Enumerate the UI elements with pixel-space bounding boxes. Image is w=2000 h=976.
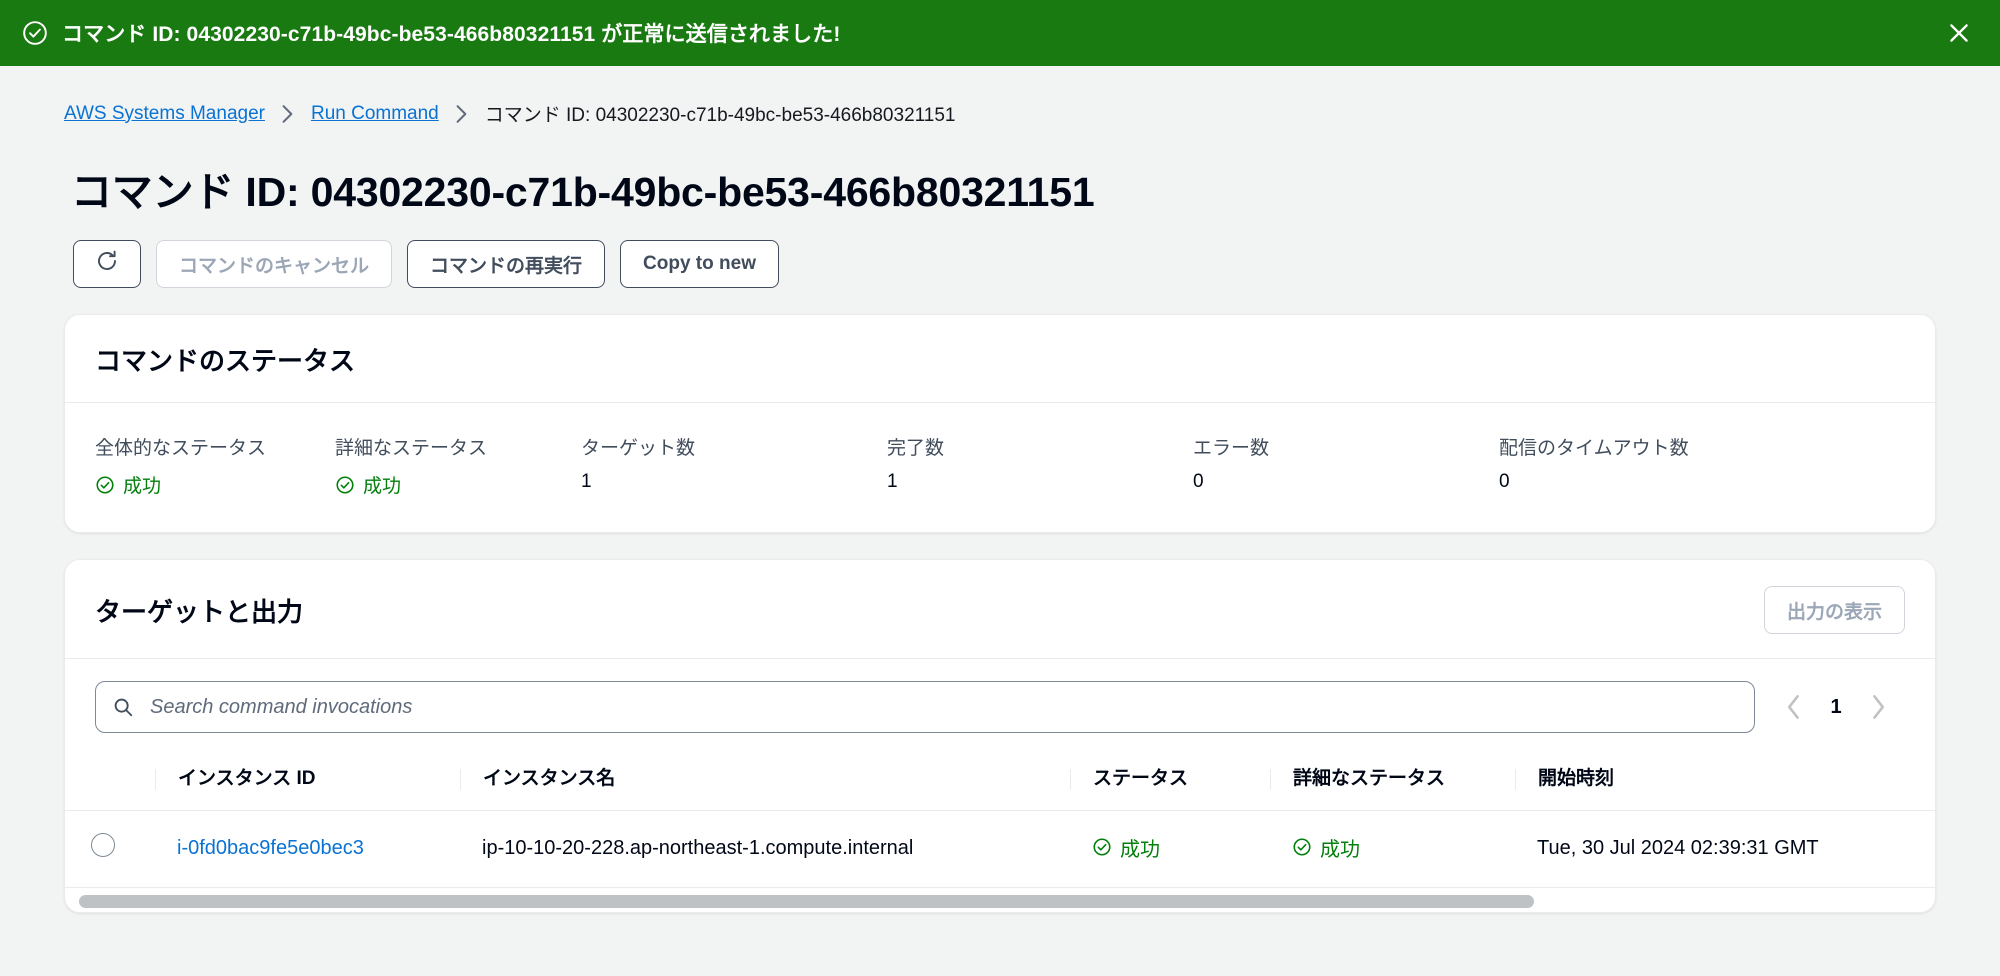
scrollbar-thumb[interactable] xyxy=(79,895,1535,909)
table-header-row: インスタンス ID インスタンス名 ステータス 詳細なステータス 開始時刻 xyxy=(65,755,1935,811)
status-success-icon xyxy=(22,20,48,46)
metric-delivery-timeout-count: 配信のタイムアウト数 0 xyxy=(1499,433,1689,498)
column-header-label: 開始時刻 xyxy=(1515,768,1935,790)
start-time-text: Tue, 30 Jul 2024 02:39:31 GMT xyxy=(1537,836,1819,859)
metric-label: ターゲット数 xyxy=(581,438,696,459)
metric-value: 0 xyxy=(1193,471,1204,492)
copy-to-new-button[interactable]: Copy to new xyxy=(620,240,779,288)
row-radio-button[interactable] xyxy=(91,833,115,858)
search-command-invocations-box[interactable] xyxy=(95,681,1755,733)
metric-value: 1 xyxy=(887,471,898,492)
chevron-right-icon xyxy=(455,104,469,124)
page-title: コマンド ID: 04302230-c71b-49bc-be53-466b803… xyxy=(71,169,1095,215)
status-badge: 成功 xyxy=(1292,833,1360,862)
breadcrumb: AWS Systems Manager Run Command コマンド ID:… xyxy=(64,66,1936,127)
metric-overall-status: 全体的なステータス 成功 xyxy=(95,433,335,498)
view-output-button[interactable]: 出力の表示 xyxy=(1763,586,1905,634)
status-badge: 成功 xyxy=(95,471,161,498)
command-status-card: コマンドのステータス 全体的なステータス 成功 詳細なステータス 成功 ターゲッ… xyxy=(64,314,1936,533)
table-row[interactable]: i-0fd0bac9fe5e0bec3 ip-10-10-20-228.ap-n… xyxy=(65,810,1935,889)
targets-output-header: ターゲットと出力 出力の表示 xyxy=(65,560,1935,659)
pagination-current-page[interactable]: 1 xyxy=(1827,696,1845,719)
refresh-icon xyxy=(95,249,119,279)
column-header-detailed-status[interactable]: 詳細なステータス xyxy=(1270,755,1515,811)
metric-value: 0 xyxy=(1499,471,1510,492)
cancel-command-button[interactable]: コマンドのキャンセル xyxy=(156,240,393,288)
column-header-label: インスタンス名 xyxy=(460,768,1070,790)
instance-name-text: ip-10-10-20-228.ap-northeast-1.compute.i… xyxy=(482,836,914,859)
rerun-command-button[interactable]: コマンドの再実行 xyxy=(407,240,606,288)
status-text: 成功 xyxy=(1120,838,1160,861)
metric-detailed-status: 詳細なステータス 成功 xyxy=(335,433,581,498)
metric-value: 成功 xyxy=(335,471,581,498)
command-status-metrics: 全体的なステータス 成功 詳細なステータス 成功 ターゲット数 1 完了数 1 … xyxy=(65,403,1935,532)
command-status-header: コマンドのステータス xyxy=(65,315,1935,403)
chevron-right-icon[interactable] xyxy=(1861,690,1895,724)
status-success-icon xyxy=(1092,837,1120,857)
close-icon[interactable] xyxy=(1942,16,1976,50)
select-column-header xyxy=(65,755,155,811)
status-badge: 成功 xyxy=(335,471,401,498)
detailed-status-text: 成功 xyxy=(1320,838,1360,861)
column-header-instance-name[interactable]: インスタンス名 xyxy=(460,755,1070,811)
invocations-table: インスタンス ID インスタンス名 ステータス 詳細なステータス 開始時刻 i-… xyxy=(65,755,1935,889)
metric-status-text: 成功 xyxy=(123,476,162,497)
column-header-status[interactable]: ステータス xyxy=(1070,755,1270,811)
page-actions: コマンドのキャンセル コマンドの再実行 Copy to new xyxy=(73,240,1936,288)
column-header-label: インスタンス ID xyxy=(155,768,460,790)
breadcrumb-item-aws-systems-manager[interactable]: AWS Systems Manager xyxy=(64,103,265,125)
column-header-instance-id[interactable]: インスタンス ID xyxy=(155,755,460,811)
cell-instance-name: ip-10-10-20-228.ap-northeast-1.compute.i… xyxy=(460,810,1070,889)
cell-detailed-status: 成功 xyxy=(1270,810,1515,889)
metric-value: 1 xyxy=(581,471,592,492)
metric-value: 成功 xyxy=(95,471,335,498)
metric-status-text: 成功 xyxy=(363,476,402,497)
chevron-right-icon xyxy=(281,104,295,124)
refresh-button[interactable] xyxy=(73,240,141,288)
cell-status: 成功 xyxy=(1070,810,1270,889)
breadcrumb-item-current: コマンド ID: 04302230-c71b-49bc-be53-466b803… xyxy=(484,105,956,126)
metric-label: エラー数 xyxy=(1193,438,1270,459)
metric-error-count: エラー数 0 xyxy=(1193,433,1499,498)
search-input[interactable] xyxy=(148,694,1738,720)
pagination: 1 xyxy=(1777,690,1901,724)
breadcrumb-item-run-command[interactable]: Run Command xyxy=(311,103,439,125)
status-success-icon xyxy=(335,475,363,495)
chevron-left-icon[interactable] xyxy=(1777,690,1811,724)
instance-id-link[interactable]: i-0fd0bac9fe5e0bec3 xyxy=(177,837,364,859)
metric-label: 完了数 xyxy=(887,438,945,459)
metric-target-count: ターゲット数 1 xyxy=(581,433,887,498)
column-header-label: 詳細なステータス xyxy=(1270,768,1515,790)
invocations-table-wrap: インスタンス ID インスタンス名 ステータス 詳細なステータス 開始時刻 i-… xyxy=(65,755,1935,889)
cell-instance-id: i-0fd0bac9fe5e0bec3 xyxy=(155,810,460,889)
targets-output-toolbar: 1 xyxy=(65,659,1935,733)
status-success-icon xyxy=(1292,837,1320,857)
scrollbar-track[interactable] xyxy=(79,895,1921,909)
targets-output-title: ターゲットと出力 xyxy=(95,596,304,627)
cell-start-time: Tue, 30 Jul 2024 02:39:31 GMT xyxy=(1515,810,1935,889)
success-flash-banner: コマンド ID: 04302230-c71b-49bc-be53-466b803… xyxy=(0,0,2000,66)
horizontal-scrollbar[interactable] xyxy=(65,888,1935,913)
column-header-label: ステータス xyxy=(1070,768,1270,790)
metric-completed-count: 完了数 1 xyxy=(887,433,1193,498)
targets-and-output-card: ターゲットと出力 出力の表示 1 xyxy=(64,559,1936,914)
row-select-cell xyxy=(65,810,155,889)
search-icon xyxy=(112,696,148,718)
flash-message: コマンド ID: 04302230-c71b-49bc-be53-466b803… xyxy=(62,23,841,46)
metric-label: 配信のタイムアウト数 xyxy=(1499,438,1689,459)
status-success-icon xyxy=(95,475,123,495)
status-badge: 成功 xyxy=(1092,833,1160,862)
metric-label: 全体的なステータス xyxy=(95,438,267,459)
command-status-title: コマンドのステータス xyxy=(95,346,356,376)
metric-label: 詳細なステータス xyxy=(335,438,488,459)
column-header-start-time[interactable]: 開始時刻 xyxy=(1515,755,1935,811)
